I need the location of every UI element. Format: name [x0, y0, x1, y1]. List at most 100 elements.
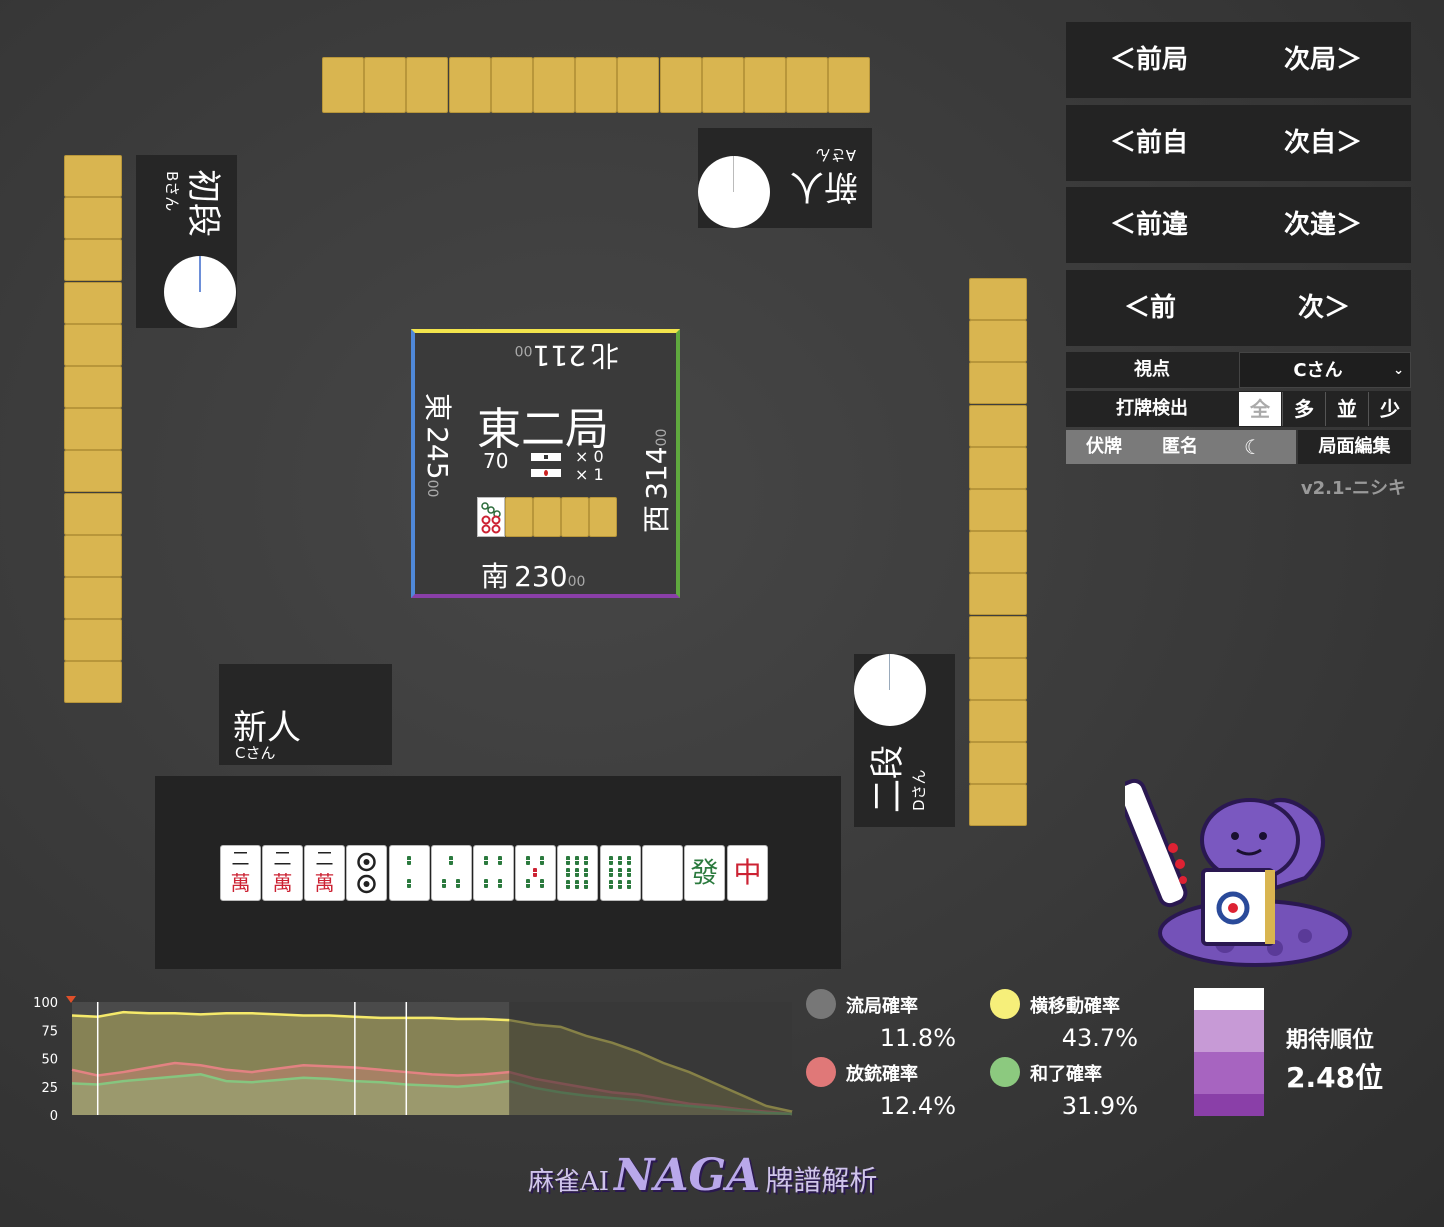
detect-option[interactable]: 全: [1239, 392, 1281, 426]
right-player-rank: 二段: [868, 745, 908, 813]
prev-button[interactable]: ＜前自: [1110, 105, 1188, 181]
opponent-tile-back: [969, 784, 1027, 827]
top-player-rank: 新人: [790, 166, 858, 206]
opponent-tile-back: [490, 57, 533, 113]
y-tick-label: 50: [41, 1053, 58, 1068]
rank-label: 期待順位: [1286, 1028, 1375, 1053]
y-tick-label: 75: [41, 1024, 58, 1039]
probability-chart: 100 75 50 25 0: [0, 990, 800, 1125]
opponent-tile-back: [969, 657, 1027, 700]
edit-position-button[interactable]: 局面編集: [1298, 430, 1411, 464]
houju-value: 12.4%: [879, 1092, 956, 1120]
center-info-box: 北 21100 東 24500 西 31400 南 23000 東二局 70 ×…: [411, 329, 680, 598]
viewpoint-select[interactable]: Cさん ⌄: [1239, 352, 1411, 388]
prev-button[interactable]: ＜前違: [1110, 187, 1188, 263]
chun-char: 中: [733, 856, 762, 889]
hand-tile-sou6[interactable]: [557, 845, 598, 901]
ryukyoku-value: 11.8%: [879, 1024, 956, 1052]
hand-tile-sou6[interactable]: [600, 845, 641, 901]
hand-tile-sou5[interactable]: [515, 845, 556, 901]
houju-label: 放銃確率: [846, 1064, 918, 1085]
detect-option[interactable]: 少: [1368, 392, 1411, 426]
prev-button[interactable]: ＜前局: [1110, 22, 1188, 98]
riichi-stick-count: × 1: [575, 465, 604, 484]
hand-tile-hatsu[interactable]: 發: [684, 845, 725, 901]
left-player-panel: 初段 Bさん: [136, 155, 237, 328]
nav-row: ＜前自 次自＞: [1066, 104, 1411, 181]
opponent-tile-back: [969, 615, 1027, 658]
hand-tile-haku[interactable]: [642, 845, 683, 901]
opponent-tile-back: [659, 57, 702, 113]
score-south: 南 23000: [481, 560, 586, 593]
hand-tile-man[interactable]: 二萬: [262, 845, 303, 901]
viewpoint-label: 視点: [1134, 359, 1170, 380]
man-number: 二: [315, 849, 334, 870]
future-shade: [509, 1002, 792, 1115]
ryukyoku-label: 流局確率: [846, 996, 918, 1017]
hand-tile-sou3[interactable]: [431, 845, 472, 901]
bottom-player-name: Cさん: [235, 744, 276, 762]
sou-3-icon: [442, 856, 460, 888]
detect-label: 打牌検出: [1116, 398, 1188, 419]
opponent-tile-back: [969, 742, 1027, 785]
honba-count: 70: [483, 449, 509, 473]
right-player-pie: [854, 654, 926, 726]
version-label: v2.1-ニシキ: [1300, 478, 1406, 499]
dora-back-tile: [561, 497, 589, 537]
top-player-pie: [698, 156, 770, 228]
rank-segment: [1194, 988, 1264, 1010]
opponent-tile-back: [64, 197, 122, 240]
nav-row: ＜前違 次違＞: [1066, 187, 1411, 263]
opponent-tile-back: [969, 573, 1027, 616]
hand-tile-pin2[interactable]: [346, 845, 387, 901]
opponent-tile-back: [64, 661, 122, 704]
opponent-tile-back: [969, 404, 1027, 447]
opponent-tile-back: [64, 239, 122, 282]
opponent-tile-back: [786, 57, 829, 113]
footer-suffix: 牌譜解析: [765, 1164, 878, 1197]
opponent-tile-back: [64, 492, 122, 535]
rank-segment: [1194, 1010, 1264, 1052]
anonymous-toggle[interactable]: 匿名: [1162, 430, 1198, 464]
sou-2-icon: [407, 856, 411, 888]
next-button[interactable]: 次自＞: [1284, 105, 1362, 181]
top-player-panel: 新人 Aさん: [698, 128, 872, 228]
chevron-down-icon: ⌄: [1393, 363, 1404, 378]
hand-tile-man[interactable]: 二萬: [220, 845, 261, 901]
hora-value: 31.9%: [1061, 1092, 1138, 1120]
next-button[interactable]: 次＞: [1298, 270, 1350, 346]
dora-back-tile: [589, 497, 617, 537]
prev-button[interactable]: ＜前: [1124, 270, 1176, 346]
next-button[interactable]: 次違＞: [1284, 187, 1362, 263]
opponent-tile-back: [617, 57, 660, 113]
houju-dot: [806, 1057, 836, 1087]
y-tick-label: 100: [33, 996, 58, 1011]
opponent-tile-back: [828, 57, 871, 113]
footer-brand: NAGA: [614, 1150, 761, 1201]
score-west: 西 31400: [640, 428, 673, 533]
yokoido-label: 横移動確率: [1030, 996, 1120, 1017]
naga-mascot-icon: [1125, 778, 1352, 967]
bottom-player-panel: 新人 Cさん: [219, 664, 392, 765]
left-player-rank: 初段: [183, 169, 223, 237]
detect-option[interactable]: 並: [1325, 392, 1368, 426]
footer-logo: 麻雀AI NAGA 牌譜解析: [528, 1150, 928, 1210]
hand-tile-sou2[interactable]: [389, 845, 430, 901]
opponent-tile-back: [406, 57, 449, 113]
hand-tile-chun[interactable]: 中: [727, 845, 768, 901]
chart-cursor-icon[interactable]: [66, 996, 76, 1003]
sou-5-icon: [526, 856, 544, 888]
moon-icon[interactable]: ☾: [1244, 430, 1262, 464]
hand-tile-sou4[interactable]: [473, 845, 514, 901]
fuse-toggle[interactable]: 伏牌: [1086, 430, 1122, 464]
hand-tile-man[interactable]: 二萬: [304, 845, 345, 901]
next-button[interactable]: 次局＞: [1284, 22, 1362, 98]
sou-6-icon: [566, 856, 588, 889]
opponent-tile-back: [64, 619, 122, 662]
opponent-tile-back: [64, 323, 122, 366]
sou-4-icon: [484, 856, 502, 888]
right-player-panel: 二段 Dさん: [854, 654, 955, 827]
man-suit: 萬: [272, 871, 293, 895]
opponent-tile-back: [64, 155, 122, 197]
detect-option[interactable]: 多: [1282, 392, 1325, 426]
